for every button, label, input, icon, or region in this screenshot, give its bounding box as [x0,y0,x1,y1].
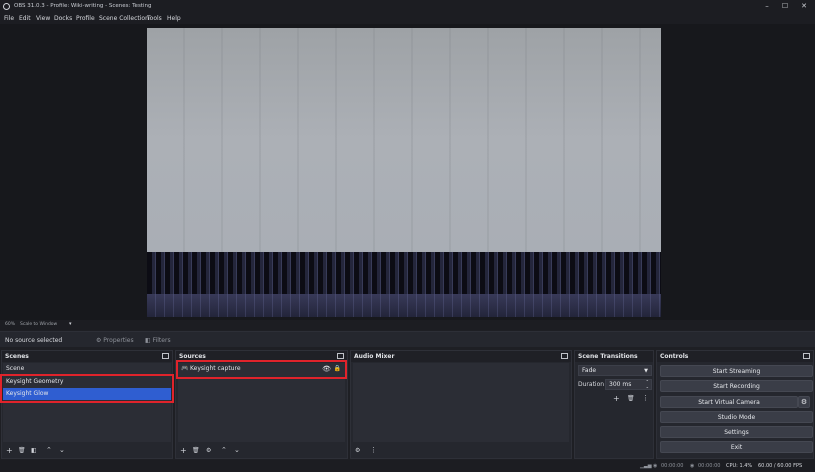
record-status-icon: ◉ [690,463,695,469]
menu-docks[interactable]: Docks [54,15,72,22]
menu-help[interactable]: Help [167,15,181,22]
duration-input[interactable]: 300 ms ⌃ ⌄ [605,379,652,390]
gear-icon[interactable]: ⚙ [355,446,360,455]
preview-canvas[interactable] [147,28,661,317]
no-source-label: No source selected [5,337,63,344]
menu-file[interactable]: File [4,15,14,22]
scenes-toolbar: + 🗑 ◧ ⌃ ⌄ [2,443,172,458]
zoom-level: 60% [5,322,16,327]
undock-icon[interactable] [803,353,810,359]
status-bar: ▁▃▅ ◉ 00:00:00 ◉ 00:00:00 CPU: 1.4% 60.0… [0,460,815,472]
start-recording-button[interactable]: Start Recording [660,380,813,392]
obs-logo-icon [3,3,10,10]
sources-toolbar: + 🗑 ⚙ ⌃ ⌄ [176,443,347,458]
fps-readout: 60.00 / 60.00 FPS [758,463,803,469]
move-down-icon[interactable]: ⌄ [59,446,65,455]
transition-selected: Fade [582,367,597,374]
piano-key-glow [147,294,661,317]
chevron-down-icon[interactable]: ▾ [69,321,72,327]
menu-bar: File Edit View Docks Profile Scene Colle… [0,13,815,24]
virtual-camera-gear-icon[interactable]: ⚙ [798,396,810,408]
move-up-icon[interactable]: ⌃ [221,446,227,455]
maximize-button[interactable]: ☐ [776,1,794,12]
duration-label: Duration [578,381,605,388]
menu-edit[interactable]: Edit [19,15,31,22]
settings-button[interactable]: Settings [660,426,813,438]
spinner-icon[interactable]: ⌃ ⌄ [646,379,649,389]
preview-zoom-bar: 60% Scale to Window ▾ [0,320,815,330]
audio-mixer-body [353,363,569,442]
transitions-title: Scene Transitions [578,353,638,360]
properties-button[interactable]: ⚙ Properties [96,335,134,346]
properties-label: Properties [103,337,134,344]
filters-label: Filters [152,337,171,344]
duration-value: 300 ms [609,381,632,388]
record-time: 00:00:00 [698,463,721,469]
controls-dock: Controls Start Streaming Start Recording… [656,350,814,459]
filter-icon: ◧ [145,337,153,344]
audio-mixer-title: Audio Mixer [354,353,395,360]
stream-status-icon: ◉ [653,463,658,469]
scene-filters-icon[interactable]: ◧ [31,446,37,455]
more-options-icon[interactable]: ⋮ [642,394,649,403]
trash-icon[interactable]: 🗑 [192,446,200,455]
controls-dock-header: Controls [657,351,813,362]
audio-mixer-dock: Audio Mixer ⚙ ⋮ [350,350,572,459]
highlight-box-sources [176,360,347,379]
filters-button[interactable]: ◧ Filters [145,335,171,346]
minimize-button[interactable]: – [758,1,776,12]
add-scene-button[interactable]: + [6,446,13,455]
signal-bars-icon: ▁▃▅ [640,463,652,469]
stream-time: 00:00:00 [661,463,684,469]
more-options-icon[interactable]: ⋮ [370,446,377,455]
sources-title: Sources [179,353,206,360]
audio-mixer-toolbar: ⚙ ⋮ [351,443,571,458]
menu-scene-collection[interactable]: Scene Collection [99,15,149,22]
exit-button[interactable]: Exit [660,441,813,453]
menu-tools[interactable]: Tools [147,15,162,22]
menu-profile[interactable]: Profile [76,15,95,22]
close-button[interactable]: ✕ [795,1,813,12]
gear-icon[interactable]: ⚙ [206,446,211,455]
piano-black-keys [147,252,661,294]
window-title: OBS 31.0.3 - Profile: Wiki-writing - Sce… [14,3,152,9]
add-source-button[interactable]: + [180,446,187,455]
captured-screen [147,28,661,252]
add-transition-button[interactable]: + [613,394,620,403]
studio-mode-button[interactable]: Studio Mode [660,411,813,423]
menu-view[interactable]: View [36,15,50,22]
scenes-title: Scenes [5,353,29,360]
chevron-down-icon: ▼ [644,368,648,374]
undock-icon[interactable] [561,353,568,359]
transition-select[interactable]: Fade ▼ [578,365,652,376]
scenes-dock: Scenes Scene Keysight Geometry Keysight … [1,350,173,459]
scene-transitions-dock: Scene Transitions Fade ▼ Duration 300 ms… [574,350,654,459]
start-virtual-camera-button[interactable]: Start Virtual Camera [660,396,798,408]
cpu-usage: CPU: 1.4% [726,463,753,469]
scenes-dock-header: Scenes [2,351,172,362]
highlight-box-scenes [0,374,174,403]
scale-mode-select[interactable]: Scale to Window [20,322,57,327]
piano-keyboard-visual [147,252,661,317]
context-bar: No source selected ⚙ Properties ◧ Filter… [0,331,815,347]
move-down-icon[interactable]: ⌄ [234,446,240,455]
preview-area[interactable] [0,24,815,320]
undock-icon[interactable] [162,353,169,359]
trash-icon[interactable]: 🗑 [18,446,26,455]
undock-icon[interactable] [337,353,344,359]
transitions-dock-header: Scene Transitions [575,351,653,362]
controls-title: Controls [660,353,689,360]
move-up-icon[interactable]: ⌃ [46,446,52,455]
audio-mixer-dock-header: Audio Mixer [351,351,571,362]
start-streaming-button[interactable]: Start Streaming [660,365,813,377]
title-bar: OBS 31.0.3 - Profile: Wiki-writing - Sce… [0,0,815,13]
trash-icon[interactable]: 🗑 [627,394,635,403]
